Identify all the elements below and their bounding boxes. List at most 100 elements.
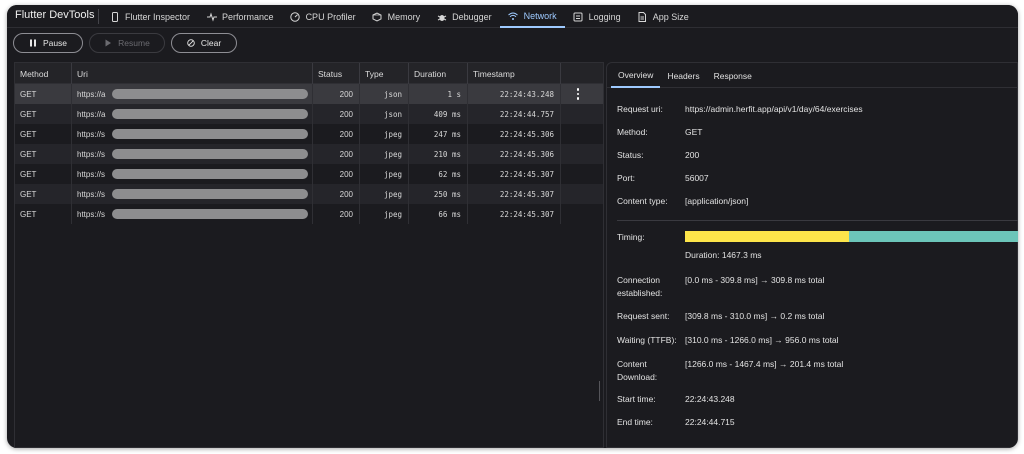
- timestamp-cell-text: 22:24:44.757: [499, 109, 554, 119]
- download-value: [1266.0 ms - 1467.4 ms] → 201.4 ms total: [685, 359, 844, 369]
- status-cell-text: 200: [339, 89, 353, 99]
- row-actions-cell: [561, 144, 595, 164]
- tab-label: Flutter Inspector: [125, 11, 191, 22]
- uri-cell: https://s: [72, 144, 313, 164]
- resume-button[interactable]: Resume: [89, 33, 165, 53]
- method-cell-text: GET: [20, 189, 37, 199]
- timestamp-cell-text: 22:24:43.248: [499, 89, 554, 99]
- file-icon: [637, 11, 648, 22]
- table-row[interactable]: GET https://a 200 json 1 s 22:24:43.248: [15, 84, 603, 104]
- connection-value: [0.0 ms - 309.8 ms] → 309.8 ms total: [685, 275, 825, 285]
- uri-cell: https://a: [72, 104, 313, 124]
- timestamp-cell: 22:24:45.307: [468, 204, 561, 224]
- timestamp-cell-text: 22:24:45.306: [499, 129, 554, 139]
- duration-cell-text: 66 ms: [438, 209, 461, 219]
- panel-splitter-handle[interactable]: [599, 381, 602, 401]
- timestamp-cell-text: 22:24:45.307: [499, 209, 554, 219]
- status-cell-text: 200: [339, 109, 353, 119]
- tab-headers[interactable]: Headers: [660, 63, 706, 88]
- type-cell: jpeg: [360, 164, 409, 184]
- pause-button[interactable]: Pause: [13, 33, 83, 53]
- uri-cell: https://s: [72, 204, 313, 224]
- column-header-timestamp[interactable]: Timestamp: [468, 63, 561, 84]
- request-url-value: https://admin.herfit.app/api/v1/day/64/e…: [685, 104, 863, 114]
- clear-button[interactable]: Clear: [171, 33, 237, 53]
- duration-cell: 409 ms: [409, 104, 468, 124]
- method-cell-text: GET: [20, 89, 37, 99]
- tab-debugger[interactable]: Debugger: [428, 5, 500, 28]
- column-header-uri[interactable]: Uri: [72, 63, 313, 84]
- timestamp-cell: 22:24:45.306: [468, 124, 561, 144]
- tab-logging[interactable]: Logging: [565, 5, 629, 28]
- method-cell: GET: [15, 184, 72, 204]
- uri-cell-text: https://a: [77, 89, 106, 99]
- request-sent-value: [309.8 ms - 310.0 ms] → 0.2 ms total: [685, 311, 825, 321]
- start-time-value: 22:24:43.248: [685, 394, 735, 404]
- end-time-label: End time:: [617, 417, 653, 427]
- more-vert-icon[interactable]: [576, 88, 580, 100]
- tab-cpu-profiler[interactable]: CPU Profiler: [282, 5, 364, 28]
- row-actions-cell: [561, 204, 595, 224]
- row-actions-cell: [561, 124, 595, 144]
- status-cell-text: 200: [339, 189, 353, 199]
- tab-label: Memory: [387, 11, 421, 22]
- column-header-actions: [561, 63, 595, 84]
- request-url-label: Request uri:: [617, 104, 663, 114]
- column-header-type[interactable]: Type: [360, 63, 409, 84]
- tab-response[interactable]: Response: [707, 63, 759, 88]
- logging-icon: [573, 11, 584, 22]
- tab-flutter-inspector[interactable]: Flutter Inspector: [101, 5, 198, 28]
- detail-tabs: Overview Headers Response: [607, 63, 1017, 88]
- tab-label: Debugger: [452, 11, 492, 22]
- bug-icon: [436, 11, 447, 22]
- table-row[interactable]: GET https://s 200 jpeg 62 ms 22:24:45.307: [15, 164, 603, 184]
- column-header-status[interactable]: Status: [313, 63, 360, 84]
- clear-label: Clear: [200, 38, 222, 48]
- type-cell: json: [360, 84, 409, 104]
- method-cell-text: GET: [20, 129, 37, 139]
- row-actions-cell: [561, 184, 595, 204]
- method-cell: GET: [15, 124, 72, 144]
- request-detail-panel: Overview Headers Response Request uri: h…: [606, 62, 1018, 448]
- tab-overview[interactable]: Overview: [611, 63, 661, 88]
- method-cell-text: GET: [20, 149, 37, 159]
- timestamp-cell-text: 22:24:45.306: [499, 149, 554, 159]
- tab-performance[interactable]: Performance: [198, 5, 282, 28]
- phone-icon: [109, 11, 120, 22]
- status-cell-text: 200: [339, 169, 353, 179]
- tab-network[interactable]: Network: [499, 5, 565, 28]
- table-row[interactable]: GET https://s 200 jpeg 250 ms 22:24:45.307: [15, 184, 603, 204]
- uri-cell-text: https://s: [77, 169, 106, 179]
- memory-icon: [372, 11, 383, 22]
- uri-cell-text: https://s: [77, 209, 106, 219]
- table-row[interactable]: GET https://s 200 jpeg 66 ms 22:24:45.307: [15, 204, 603, 224]
- content-type-value: [application/json]: [685, 196, 749, 206]
- table-row[interactable]: GET https://s 200 jpeg 210 ms 22:24:45.306: [15, 144, 603, 164]
- timestamp-cell: 22:24:45.307: [468, 164, 561, 184]
- redaction-bar: [112, 89, 308, 99]
- table-row[interactable]: GET https://a 200 json 409 ms 22:24:44.757: [15, 104, 603, 124]
- request-sent-label: Request sent:: [617, 311, 670, 321]
- tab-memory[interactable]: Memory: [364, 5, 429, 28]
- table-row[interactable]: GET https://s 200 jpeg 247 ms 22:24:45.306: [15, 124, 603, 144]
- column-header-method[interactable]: Method: [15, 63, 72, 84]
- uri-cell-text: https://a: [77, 109, 106, 119]
- duration-cell-text: 62 ms: [438, 169, 461, 179]
- waiting-value: [310.0 ms - 1266.0 ms] → 956.0 ms total: [685, 335, 839, 345]
- nav-tabs: Flutter Inspector Performance CPU Profil…: [101, 5, 697, 28]
- redaction-bar: [112, 149, 308, 159]
- column-header-duration[interactable]: Duration: [409, 63, 468, 84]
- status-value: 200: [685, 150, 700, 160]
- timing-duration: Duration: 1467.3 ms: [685, 250, 762, 260]
- type-cell: jpeg: [360, 204, 409, 224]
- timing-bar-download-segment: [849, 231, 1018, 242]
- duration-cell: 1 s: [409, 84, 468, 104]
- timestamp-cell-text: 22:24:45.307: [499, 169, 554, 179]
- timestamp-cell: 22:24:45.307: [468, 184, 561, 204]
- type-cell-text: jpeg: [383, 169, 402, 179]
- tab-app-size[interactable]: App Size: [629, 5, 697, 28]
- status-cell: 200: [313, 164, 360, 184]
- tab-label: App Size: [652, 11, 689, 22]
- uri-cell: https://s: [72, 184, 313, 204]
- redaction-bar: [112, 129, 308, 139]
